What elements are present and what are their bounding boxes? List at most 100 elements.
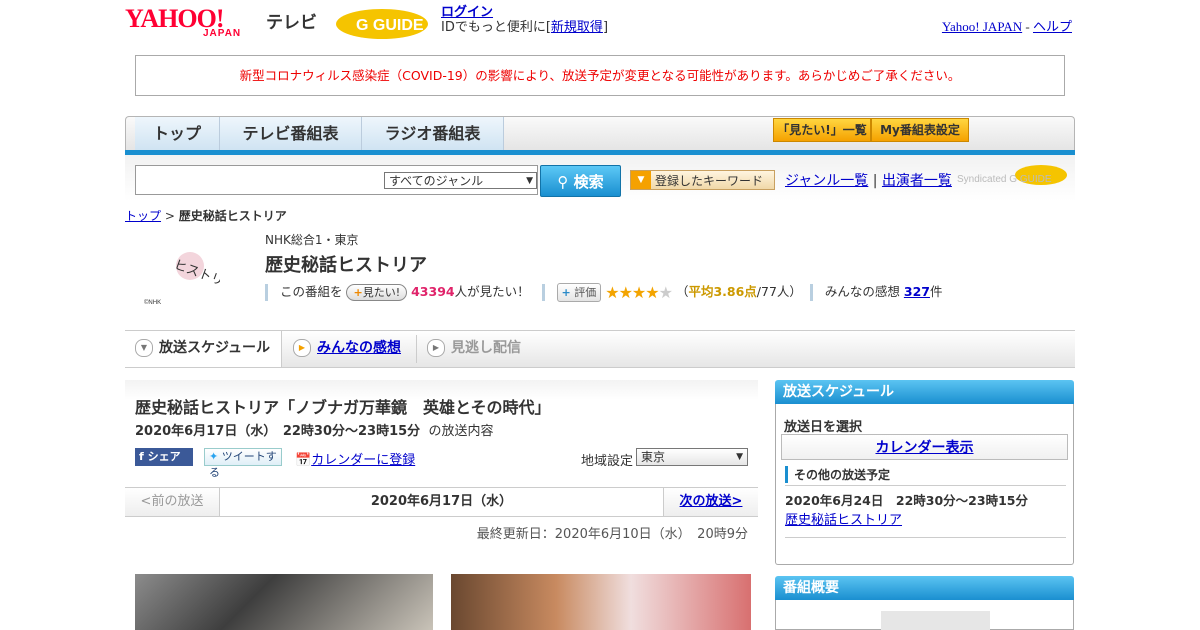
genre-list-link[interactable]: ジャンル一覧 — [785, 173, 868, 189]
kanso-suffix: 件 — [929, 284, 943, 299]
breadcrumb: トップ > 歴史秘話ヒストリア — [125, 207, 287, 224]
sidebar-overview-header: 番組概要 — [775, 576, 1074, 600]
yahoo-japan-logo[interactable]: YAHOO! JAPAN — [125, 6, 260, 42]
program-thumbnail: ヒストリア ©NHK — [140, 244, 238, 306]
sidebar-schedule-header: 放送スケジュール — [775, 380, 1074, 404]
tweet-button[interactable]: ✦ ツイートする — [204, 448, 282, 479]
region-selected: 東京 — [641, 450, 666, 464]
chevron-down-icon: ▼ — [526, 176, 533, 186]
registered-keyword-label: 登録したキーワード — [655, 174, 764, 188]
episode-image-2 — [451, 574, 751, 630]
login-sub-prefix: IDでもっと便利に[ — [441, 20, 551, 35]
episode-datetime: 2020年6月17日（水） 22時30分～23時15分 の放送内容 — [135, 420, 493, 439]
search-button[interactable]: ⚲ 検索 — [540, 165, 621, 197]
register-link[interactable]: 新規取得 — [551, 20, 603, 35]
breadcrumb-current: 歴史秘話ヒストリア — [178, 209, 287, 223]
facebook-icon: f — [139, 450, 144, 463]
top-links-sep: - — [1022, 19, 1033, 34]
rating-count: /77人 — [756, 284, 790, 299]
breadcrumb-home[interactable]: トップ — [125, 209, 161, 223]
performer-list-link[interactable]: 出演者一覧 — [882, 173, 952, 189]
facebook-share-button[interactable]: f シェア — [135, 448, 193, 466]
twitter-icon: ✦ — [209, 450, 219, 463]
mitai-button[interactable]: +見たい! — [346, 284, 408, 301]
kanso-prefix: みんなの感想 — [824, 284, 900, 299]
divider — [785, 537, 1066, 538]
logo-sub: JAPAN — [203, 28, 242, 39]
genre-links-divider: | — [872, 173, 878, 189]
last-updated: 最終更新日：2020年6月10日（水） 20時9分 — [476, 527, 748, 542]
program-subtabs: ▼ 放送スケジュール ▶ みんなの感想 ▶ 見逃し配信 — [125, 330, 1075, 368]
subtab-schedule[interactable]: ▼ 放送スケジュール — [125, 331, 282, 367]
rate-button[interactable]: + 評価 — [556, 283, 602, 302]
triangle-down-icon: ▼ — [135, 339, 153, 357]
select-day-label: 放送日を選択 — [784, 420, 863, 435]
calendar-register[interactable]: 📅カレンダーに登録 — [295, 449, 415, 468]
tab-top[interactable]: トップ — [135, 117, 220, 151]
play-icon: ▶ — [293, 339, 311, 357]
syndicated-text: Syndicated G GUIDE — [957, 174, 1052, 185]
rating-open: （ — [675, 284, 689, 299]
registered-keyword-button[interactable]: ▼ 登録したキーワード — [630, 170, 775, 190]
broadcast-date-nav: <前の放送 2020年6月17日（水） 次の放送> — [125, 487, 758, 517]
program-meta: この番組を +見たい! 43394人が見たい！ + 評価 ★★★★★ （平均3.… — [265, 281, 942, 303]
next-broadcast-link[interactable]: 次の放送> — [680, 494, 743, 509]
top-links: Yahoo! JAPAN - ヘルプ — [942, 16, 1072, 35]
episode-date: 2020年6月17日（水） 22時30分～23時15分 — [135, 424, 421, 439]
prev-broadcast: <前の放送 — [125, 488, 220, 516]
chevron-down-icon: ▼ — [736, 452, 743, 462]
current-broadcast-date: 2020年6月17日（水） — [220, 488, 663, 516]
subtab-minogashi-label: 見逃し配信 — [451, 340, 521, 356]
subtab-kanso[interactable]: ▶ みんなの感想 — [293, 331, 401, 367]
genre-selected: すべてのジャンル — [389, 174, 484, 188]
tab-radio-schedule[interactable]: ラジオ番組表 — [362, 117, 504, 151]
subtab-divider — [416, 335, 417, 363]
rating-stars: ★★★★★ — [605, 283, 673, 302]
kanso-count-link[interactable]: 327 — [904, 284, 930, 299]
thumb-credit: ©NHK — [144, 299, 161, 306]
gguide-logo[interactable]: G GUIDE — [334, 6, 434, 42]
star-icon: ★ — [631, 283, 646, 302]
star-icon: ★ — [618, 283, 633, 302]
subtab-kanso-label: みんなの感想 — [317, 340, 401, 356]
yahoo-japan-link[interactable]: Yahoo! JAPAN — [942, 19, 1022, 34]
service-name: テレビ — [266, 13, 317, 33]
star-icon: ★ — [645, 283, 659, 302]
mitai-list-button[interactable]: 「見たい!」一覧 — [773, 118, 871, 142]
overview-image — [881, 611, 990, 630]
meta-separator — [809, 284, 813, 301]
region-select[interactable]: 東京 ▼ — [636, 448, 748, 466]
genre-select[interactable]: すべてのジャンル ▼ — [384, 172, 537, 189]
login-area: ログイン IDでもっと便利に[新規取得] — [441, 5, 608, 35]
region-label: 地域設定 — [581, 454, 634, 469]
login-link[interactable]: ログイン — [441, 5, 493, 20]
my-schedule-settings-button[interactable]: My番組表設定 — [871, 118, 969, 142]
divider — [785, 485, 1066, 486]
calendar-display-link[interactable]: カレンダー表示 — [876, 440, 974, 456]
mitai-suffix: 人が見たい！ — [454, 284, 530, 299]
star-icon: ★ — [658, 283, 673, 302]
rating-close: ） — [789, 284, 802, 299]
episode-date-suffix: の放送内容 — [428, 424, 494, 439]
subtab-schedule-label: 放送スケジュール — [159, 340, 271, 356]
tab-tv-schedule[interactable]: テレビ番組表 — [220, 117, 362, 151]
rating-average: 平均3.86点 — [688, 284, 757, 299]
login-sub-suffix: ] — [602, 20, 609, 35]
other-schedule-header: その他の放送予定 — [785, 466, 890, 483]
covid-notice: 新型コロナウィルス感染症（COVID-19）の影響により、放送予定が変更となる可… — [135, 55, 1065, 96]
calendar-register-link[interactable]: カレンダーに登録 — [311, 453, 415, 468]
mitai-badge-label: 見たい! — [362, 286, 401, 299]
plus-icon: + — [353, 286, 363, 299]
calendar-display-button[interactable]: カレンダー表示 — [781, 434, 1068, 460]
mitai-prefix: この番組を — [279, 284, 343, 299]
next-broadcast[interactable]: 次の放送> — [663, 488, 758, 516]
gguide-logo-text: G GUIDE — [356, 17, 424, 34]
help-link[interactable]: ヘルプ — [1033, 19, 1072, 34]
episode-image-1 — [135, 574, 433, 630]
other-schedule-date: 2020年6月24日 22時30分～23時15分 — [785, 493, 1028, 508]
subtab-minogashi: ▶ 見逃し配信 — [427, 331, 521, 367]
facebook-share-label: シェア — [147, 450, 181, 463]
other-schedule-link[interactable]: 歴史秘話ヒストリア — [785, 509, 902, 528]
genre-links: ジャンル一覧 | 出演者一覧 — [785, 170, 952, 190]
episode-title: 歴史秘話ヒストリア「ノブナガ万華鏡 英雄とその時代」 — [135, 398, 551, 417]
